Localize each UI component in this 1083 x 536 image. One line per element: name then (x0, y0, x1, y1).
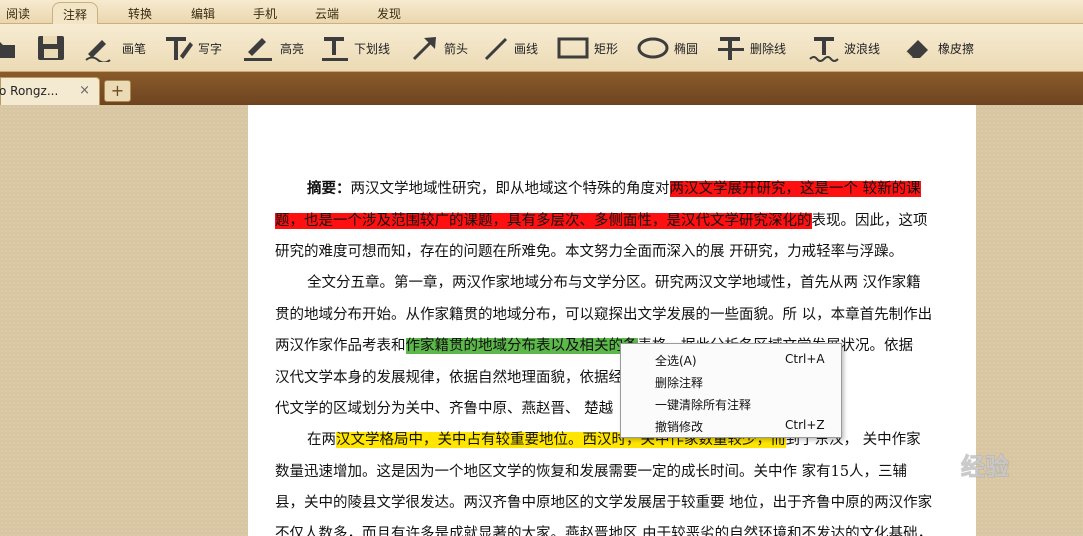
menu-tab-cloud[interactable]: 云端 (305, 2, 349, 24)
menu-tab-read[interactable]: 阅读 (0, 2, 40, 24)
strikethrough-tool-button[interactable]: 删除线 (716, 32, 786, 64)
menu-tab-discover[interactable]: 发现 (367, 2, 411, 24)
close-tab-icon[interactable]: × (79, 83, 90, 98)
arrow-tool-button[interactable]: 箭头 (410, 32, 468, 64)
line-icon (484, 37, 508, 61)
doc-line-12: 不仅人数多，而且有许多是成就显著的大家。燕赵晋地区 由于较恶劣的自然环境和不发达… (275, 526, 933, 536)
menu-item-delete-annotation[interactable]: 删除注释 (621, 370, 841, 392)
text-write-icon (166, 37, 193, 60)
menu-tab-convert[interactable]: 转换 (118, 2, 162, 24)
rectangle-tool-button[interactable]: 矩形 (556, 32, 618, 64)
plus-icon: + (110, 81, 125, 100)
wavy-line-icon (809, 37, 839, 62)
context-menu: 全选(A) Ctrl+A 删除注释 一键清除所有注释 撤销修改 Ctrl+Z (620, 343, 842, 438)
doc-line-4: 全文分五章。第一章，两汉作家地域分布与文学分区。研究两汉文学地域性，首先从两 汉… (307, 275, 921, 291)
pen-tool-button[interactable]: 画笔 (84, 32, 146, 64)
document-tab-title: o Rongz... (0, 84, 59, 98)
document-tab-strip: o Rongz... × + (0, 72, 1083, 105)
annotation-toolbar: 画笔 写字 高亮 下划线 箭头 画线 矩形 椭圆 删除线 波浪线 橡皮擦 (0, 24, 1083, 72)
highlight-tool-button[interactable]: 高亮 (242, 32, 304, 64)
arrow-icon (412, 37, 436, 61)
menu-item-clear-all-annotations[interactable]: 一键清除所有注释 (621, 392, 841, 414)
doc-line-5: 贯的地域分布开始。从作家籍贯的地域分布，可以窥探出文学发展的一些面貌。所 以，本… (275, 307, 933, 323)
new-tab-button[interactable]: + (104, 80, 131, 102)
pen-icon (85, 40, 111, 62)
rectangle-icon (557, 37, 589, 59)
red-highlight-annotation[interactable]: 两汉文学展开研究，这是一个 较新的课 (669, 181, 921, 197)
doc-line-8: 代文学的区域划分为关中、齐鲁中原、燕赵晋、 楚越 (275, 401, 614, 417)
eraser-icon (905, 40, 928, 59)
doc-line-11: 县，关中的陵县文学很发达。两汉齐鲁中原地区的文学发展居于较重要 地位，出于齐鲁中… (275, 495, 933, 511)
wavy-line-tool-button[interactable]: 波浪线 (808, 32, 880, 64)
menu-tab-edit[interactable]: 编辑 (181, 2, 225, 24)
watermark: 经验 (925, 445, 1030, 485)
underline-tool-button[interactable]: 下划线 (320, 32, 390, 64)
underline-icon (322, 37, 348, 61)
eraser-tool-button[interactable]: 橡皮擦 (902, 32, 974, 64)
open-folder-button[interactable] (0, 32, 20, 64)
menu-tab-annotate[interactable]: 注释 (52, 2, 99, 24)
green-highlight-annotation[interactable]: 作家籍贯的地域分布表以及相关的条 (405, 338, 638, 354)
doc-line-10: 数量迅速增加。这是因为一个地区文学的恢复和发展需要一定的成长时间。关中作 家有1… (275, 464, 908, 480)
strikethrough-icon (718, 37, 744, 60)
menu-tab-mobile[interactable]: 手机 (243, 2, 287, 24)
menu-item-select-all[interactable]: 全选(A) Ctrl+A (621, 348, 841, 370)
doc-line-1: 摘要：两汉文学地域性研究，即从地域这个特殊的角度对两汉文学展开研究，这是一个 较… (307, 180, 921, 197)
document-tab[interactable]: o Rongz... × (0, 77, 100, 105)
ellipse-icon (637, 37, 669, 59)
menu-bar: 阅读 注释 转换 编辑 手机 云端 发现 (0, 0, 1083, 24)
line-tool-button[interactable]: 画线 (482, 32, 538, 64)
folder-icon (0, 42, 15, 58)
menu-item-undo[interactable]: 撤销修改 Ctrl+Z (621, 414, 841, 436)
save-icon (38, 36, 64, 60)
ellipse-tool-button[interactable]: 椭圆 (636, 32, 698, 64)
write-tool-button[interactable]: 写字 (164, 32, 222, 64)
doc-line-2: 题，也是一个涉及范围较广的课题，具有多层次、多侧面性，是汉代文学研究深化的表现。… (275, 213, 928, 229)
highlight-icon (244, 38, 272, 61)
watermark-logo-icon (925, 447, 955, 477)
doc-line-3: 研究的难度可想而知，存在的问题在所难免。本文努力全面而深入的展 开研究，力戒轻率… (275, 244, 904, 260)
red-highlight-annotation[interactable]: 题，也是一个涉及范围较广的课题，具有多层次、多侧面性，是汉代文学研究深化的 (275, 213, 812, 229)
save-button[interactable] (36, 32, 70, 64)
